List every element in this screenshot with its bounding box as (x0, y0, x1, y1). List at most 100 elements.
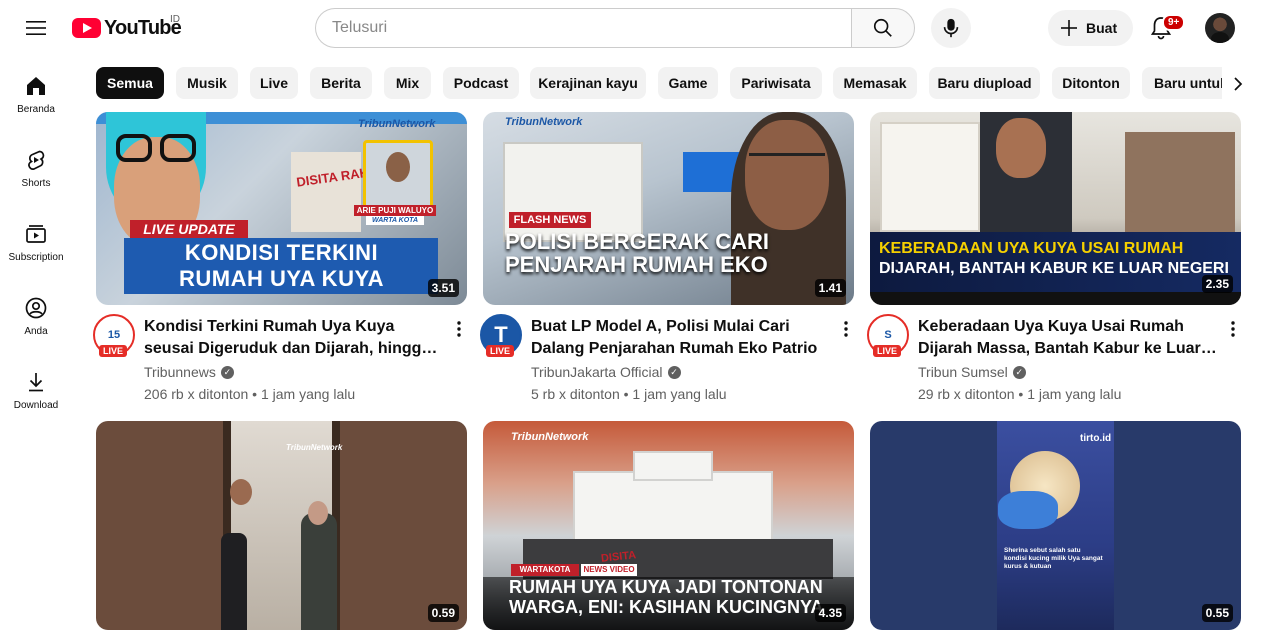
chip-baru-diupload[interactable]: Baru diupload (929, 67, 1040, 99)
sidebar-item-subscriptions[interactable]: Subscription (0, 204, 72, 278)
channel-avatar-text: S (884, 329, 892, 341)
chip-live[interactable]: Live (250, 67, 298, 99)
youtube-play-icon (72, 18, 101, 38)
channel-name[interactable]: Tribun Sumsel ✓ (918, 364, 1026, 380)
video-thumbnail[interactable]: TribunNetwork 0.59 (96, 421, 467, 630)
video-duration: 4.35 (814, 604, 846, 622)
voice-search-button[interactable] (931, 8, 971, 48)
notification-badge: 9+ (1162, 14, 1186, 31)
video-card[interactable]: TribunNetwork 0.59 (96, 421, 467, 630)
more-vert-icon (457, 321, 461, 337)
search-placeholder: Telusuri (332, 19, 388, 36)
sidebar-label: Shorts (21, 178, 51, 189)
upload-age: 1 jam yang lalu (260, 386, 356, 402)
account-avatar[interactable] (1205, 13, 1235, 43)
view-count: 5 rb x ditonton (531, 386, 620, 402)
video-thumbnail[interactable]: DISITA RAKYAT TribunNetwork ARIE PUJI WA… (96, 112, 467, 305)
video-card[interactable]: TribunNetwork FLASH NEWS POLISI BERGERAK… (480, 112, 854, 412)
verified-icon: ✓ (220, 365, 234, 379)
create-button[interactable]: Buat (1048, 10, 1133, 46)
video-menu-button[interactable] (839, 319, 853, 339)
thumbnail-headline-2: RUMAH UYA KUYA (178, 266, 385, 291)
video-menu-button[interactable] (1226, 319, 1240, 339)
video-title[interactable]: Buat LP Model A, Polisi Mulai Cari Dalan… (531, 316, 831, 360)
chip-memasak[interactable]: Memasak (833, 67, 917, 99)
upload-age: 1 jam yang lalu (1027, 386, 1122, 402)
chip-ditonton[interactable]: Ditonton (1052, 67, 1130, 99)
shorts-icon (28, 150, 45, 170)
menu-icon (26, 21, 46, 35)
chip-berita[interactable]: Berita (310, 67, 372, 99)
thumbnail-headline-1: KONDISI TERKINI (184, 240, 379, 265)
video-thumbnail[interactable]: TribunNetwork FLASH NEWS POLISI BERGERAK… (483, 112, 854, 305)
thumbnail-person-name: ARIE PUJI WALUYO (354, 205, 436, 216)
chip-semua[interactable]: Semua (96, 67, 164, 99)
search-button[interactable] (851, 8, 915, 48)
chip-game[interactable]: Game (658, 67, 718, 99)
create-label: Buat (1086, 20, 1118, 36)
channel-name[interactable]: Tribunnews ✓ (144, 364, 234, 380)
video-duration: 1.41 (814, 279, 846, 297)
home-icon (27, 77, 45, 95)
thumbnail-tag: FLASH NEWS (509, 212, 591, 228)
live-badge: LIVE (99, 345, 128, 357)
chip-kerajinan-kayu[interactable]: Kerajinan kayu (530, 67, 646, 99)
youtube-logo[interactable]: YouTube (72, 14, 182, 42)
video-menu-button[interactable] (452, 319, 466, 339)
sidebar-label: Beranda (17, 104, 55, 115)
live-badge: LIVE (873, 345, 902, 357)
channel-avatar-text: 15 (107, 329, 121, 341)
sidebar-item-home[interactable]: Beranda (0, 56, 72, 130)
video-thumbnail[interactable]: KEBERADAAN UYA KUYA USAI RUMAH DIJARAH, … (870, 112, 1241, 305)
thumbnail-brand: TribunNetwork (358, 118, 436, 130)
chips-next-button[interactable] (1222, 67, 1254, 100)
thumbnail-headline-2: DIJARAH, BANTAH KABUR KE LUAR NEGERI (879, 260, 1229, 277)
verified-icon: ✓ (667, 365, 681, 379)
thumbnail-tag: LIVE UPDATE (130, 220, 248, 238)
search-icon (873, 18, 892, 37)
view-count: 29 rb x ditonton (918, 386, 1015, 402)
sidebar-label: Download (13, 400, 59, 411)
video-card[interactable]: DISITA TribunNetwork WARTAKOTA NEWS VIDE… (483, 421, 854, 630)
hamburger-menu-button[interactable] (20, 12, 52, 44)
sidebar-item-shorts[interactable]: Shorts (0, 130, 72, 204)
sidebar-item-you[interactable]: Anda (0, 278, 72, 352)
chip-musik[interactable]: Musik (176, 67, 238, 99)
video-title[interactable]: Kondisi Terkini Rumah Uya Kuya seusai Di… (144, 316, 444, 360)
channel-avatar[interactable]: T LIVE (480, 314, 522, 357)
video-duration: 0.55 (1201, 604, 1233, 622)
sidebar-label: Anda (24, 326, 48, 337)
thumbnail-tag: NEWS VIDEO (581, 564, 637, 576)
chip-pariwisata[interactable]: Pariwisata (730, 67, 822, 99)
video-card[interactable]: tirto.id Sherina sebut salah satu kondis… (870, 421, 1241, 630)
search-input[interactable]: Telusuri (315, 8, 852, 48)
thumbnail-tag-a: WARTAKOTA (511, 564, 579, 576)
thumbnail-headline-1: KEBERADAAN UYA KUYA USAI RUMAH (879, 240, 1184, 257)
video-title[interactable]: Keberadaan Uya Kuya Usai Rumah Dijarah M… (918, 316, 1218, 360)
chip-mix[interactable]: Mix (384, 67, 431, 99)
top-bar: YouTube ID Telusuri Buat 9+ (0, 0, 1261, 56)
video-card[interactable]: DISITA RAKYAT TribunNetwork ARIE PUJI WA… (93, 112, 467, 412)
channel-avatar[interactable]: 15 LIVE (93, 314, 135, 357)
thumbnail-headline-2: WARGA, ENI: KASIHAN KUCINGNYA (509, 597, 824, 617)
download-icon (29, 373, 43, 392)
channel-avatar[interactable]: S LIVE (867, 314, 909, 357)
more-vert-icon (1231, 321, 1235, 337)
you-icon (25, 297, 47, 319)
country-code: ID (170, 14, 180, 25)
view-count: 206 rb x ditonton (144, 386, 249, 402)
video-duration: 2.35 (1201, 275, 1233, 293)
plus-icon (1061, 20, 1077, 36)
subscriptions-icon (26, 225, 46, 243)
video-metadata: 206 rb x ditonton • 1 jam yang lalu (144, 386, 356, 402)
video-metadata: 5 rb x ditonton • 1 jam yang lalu (531, 386, 727, 402)
video-thumbnail[interactable]: DISITA TribunNetwork WARTAKOTA NEWS VIDE… (483, 421, 854, 630)
live-badge: LIVE (486, 345, 515, 357)
video-thumbnail[interactable]: tirto.id Sherina sebut salah satu kondis… (870, 421, 1241, 630)
chip-podcast[interactable]: Podcast (443, 67, 519, 99)
video-card[interactable]: KEBERADAAN UYA KUYA USAI RUMAH DIJARAH, … (867, 112, 1241, 412)
channel-name[interactable]: TribunJakarta Official ✓ (531, 364, 681, 380)
sidebar-label: Subscription (8, 252, 64, 263)
sidebar-item-download[interactable]: Download (0, 352, 72, 426)
thumbnail-brand: TribunNetwork (505, 116, 583, 128)
